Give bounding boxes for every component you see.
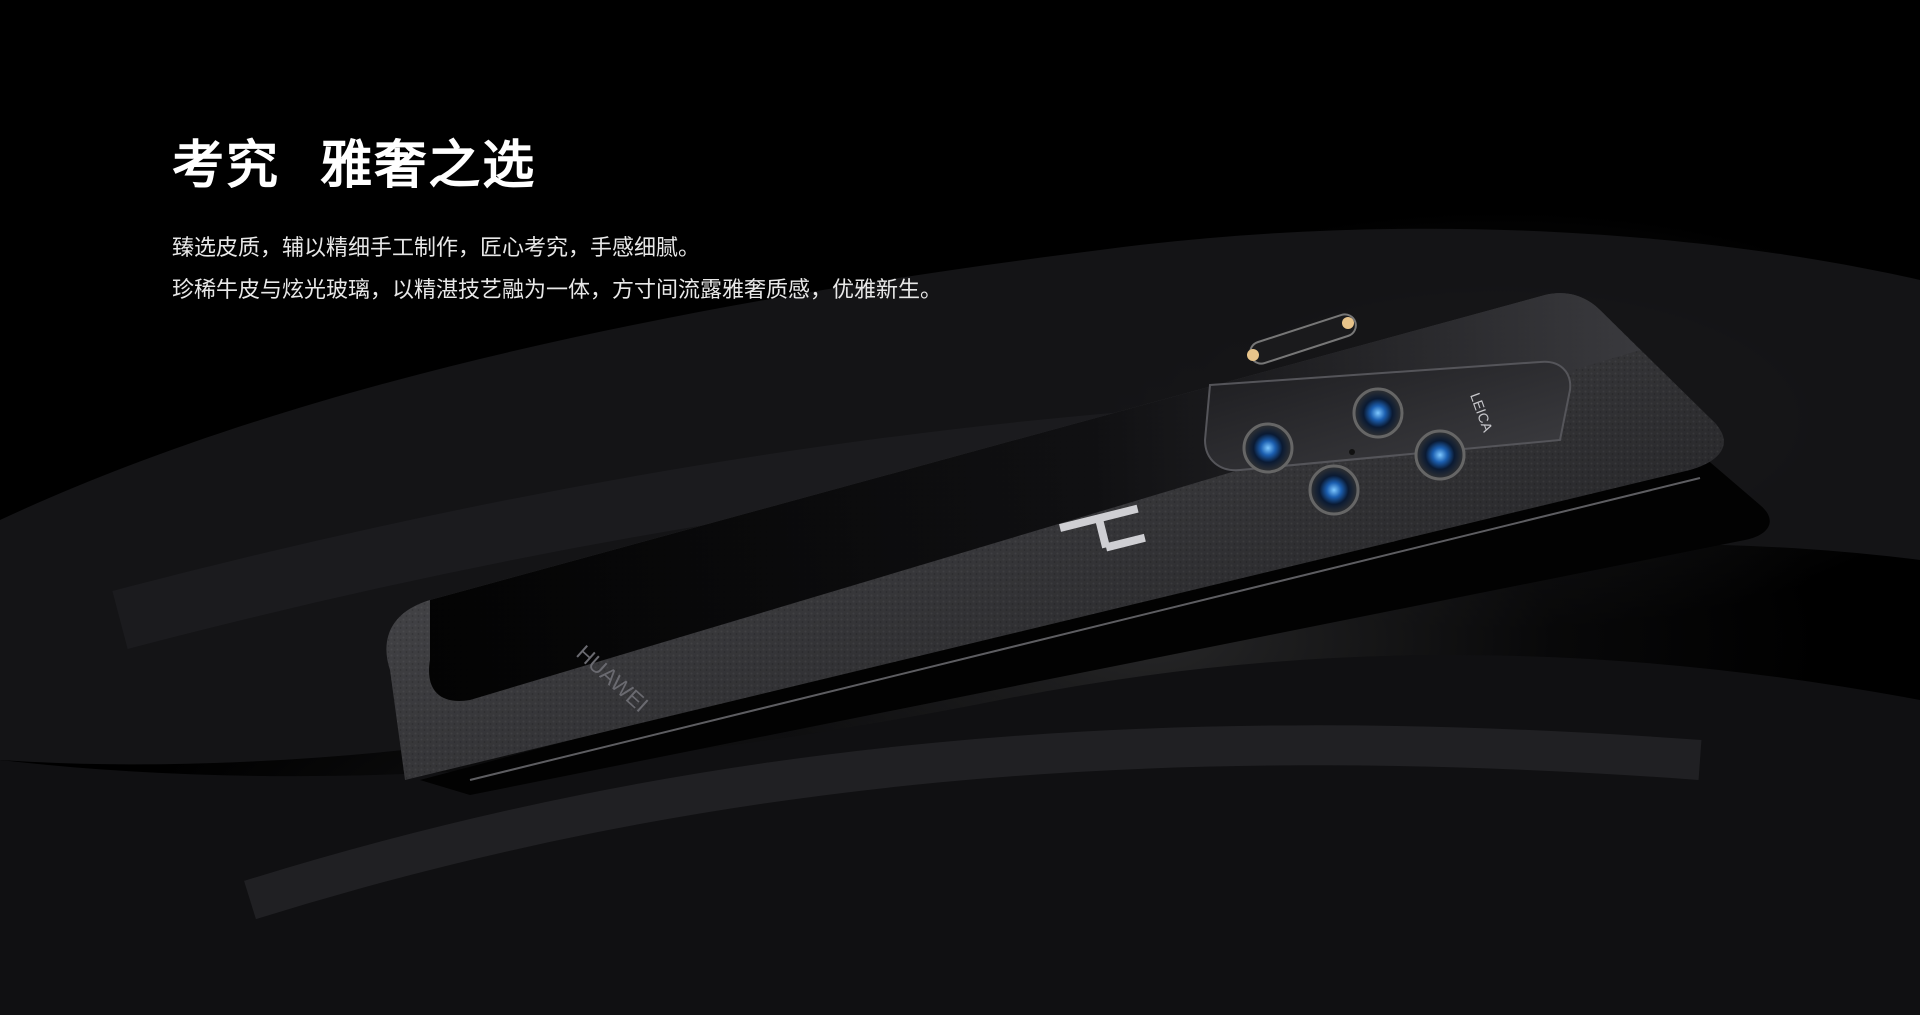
description-line-1: 臻选皮质，辅以精细手工制作，匠心考究，手感细腻。 [172, 236, 701, 261]
description-line-2: 珍稀牛皮与炫光玻璃，以精湛技艺融为一体，方寸间流露雅奢质感，优雅新生。 [172, 278, 943, 303]
feature-text-block: 考究 雅奢之选 臻选皮质，辅以精细手工制作，匠心考究，手感细腻。 珍稀牛皮与炫光… [172, 130, 1272, 312]
feature-description: 臻选皮质，辅以精细手工制作，匠心考究，手感细腻。 珍稀牛皮与炫光玻璃，以精湛技艺… [172, 228, 1272, 312]
feature-headline: 考究 雅奢之选 [172, 136, 537, 196]
product-feature-section: LEICA HUAWEI 考究 雅奢之选 臻选皮质，辅以精细手工制作，匠心考究，… [0, 0, 1920, 1015]
